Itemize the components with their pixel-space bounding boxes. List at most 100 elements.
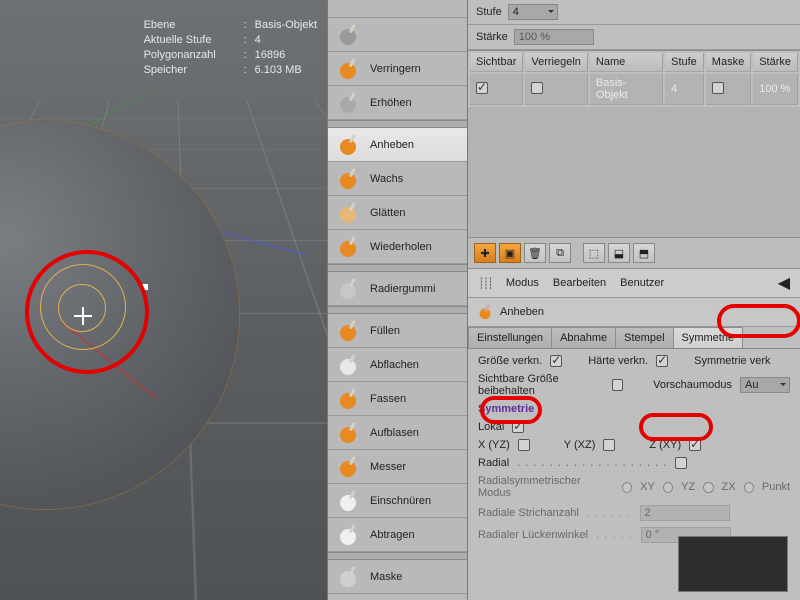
flatten-icon (336, 352, 362, 378)
tab-einstellungen[interactable]: Einstellungen (468, 327, 552, 348)
tool-wiederholen[interactable]: Wiederholen (328, 230, 467, 264)
tool-anheben[interactable]: Anheben (328, 128, 467, 162)
add-folder-button[interactable]: ▣ (499, 243, 521, 263)
tool-verringern[interactable]: Verringern (328, 52, 467, 86)
hud-label: Aktuelle Stufe (144, 33, 236, 48)
scrape-icon (336, 522, 362, 548)
tab-symmetrie[interactable]: Symmetrie (673, 327, 744, 348)
tool-btn-b[interactable]: ⬓ (608, 243, 630, 263)
tool-fassen[interactable]: Fassen (328, 382, 467, 416)
radmode-yz[interactable] (663, 482, 673, 493)
groesse-verkn-check[interactable] (550, 355, 562, 367)
tool-label: Einschnüren (370, 495, 431, 507)
haerte-verkn-check[interactable] (656, 355, 668, 367)
hud-label: Ebene (144, 18, 236, 33)
tool-label: Erhöhen (370, 97, 412, 109)
staerke-label: Stärke (476, 31, 508, 43)
radial-label: Radial (478, 457, 509, 469)
delete-button[interactable]: 🗑 (524, 243, 546, 263)
lokal-check[interactable] (512, 421, 524, 433)
layer-empty-area (468, 107, 800, 237)
brush-normal-dot (142, 284, 148, 290)
tool-label: Wiederholen (370, 241, 432, 253)
tool-label: Verringern (370, 63, 421, 75)
groesse-verkn-label: Größe verkn. (478, 355, 542, 367)
tool-erhoehen[interactable]: Erhöhen (328, 86, 467, 120)
tool-wachs[interactable]: Wachs (328, 162, 467, 196)
menu-benutzer[interactable]: Benutzer (620, 277, 664, 289)
attribute-tabs: Einstellungen Abnahme Stempel Symmetrie (468, 327, 800, 349)
sculpt-tool-column: Verringern Erhöhen Anheben Wachs Glätten Wied… (327, 0, 468, 600)
y-axis-check[interactable] (603, 439, 615, 451)
hud-value: 6.103 MB (255, 63, 302, 78)
vorschaumodus-dropdown[interactable]: Au (740, 377, 790, 393)
tool-glaetten[interactable]: Glätten (328, 196, 467, 230)
layer-iconbar: ✚ ▣ 🗑 ⧉ ⬚ ⬓ ⬒ (468, 237, 800, 269)
table-row[interactable]: Basis-Objekt 4 100 % (470, 74, 798, 105)
cell-name: Basis-Objekt (590, 74, 663, 105)
tool-label: Radiergummi (370, 283, 435, 295)
tool-label: Fassen (370, 393, 406, 405)
cell-staerke: 100 % (753, 74, 798, 105)
x-axis-check[interactable] (518, 439, 530, 451)
tool-messer[interactable]: Messer (328, 450, 467, 484)
copy-button[interactable]: ⧉ (549, 243, 571, 263)
tool-einschnueren[interactable]: Einschnüren (328, 484, 467, 518)
staerke-field[interactable]: 100 % (514, 29, 594, 45)
tool-label: Wachs (370, 173, 403, 185)
tool-label: Abtragen (370, 529, 415, 541)
add-layer-button[interactable]: ✚ (474, 243, 496, 263)
tool-label: Maske (370, 571, 402, 583)
back-arrow-icon[interactable]: ◀ (778, 273, 790, 293)
radmode-zx[interactable] (703, 482, 713, 493)
lock-checkbox[interactable] (531, 82, 543, 94)
attribute-header: Anheben (468, 298, 800, 327)
stufe-dropdown[interactable]: 4 (508, 4, 558, 20)
visible-checkbox[interactable] (476, 82, 488, 94)
sphere-orange-icon (336, 56, 362, 82)
tool-fuellen[interactable]: Füllen (328, 314, 467, 348)
col-sichtbar[interactable]: Sichtbar (470, 53, 523, 72)
tool-abtragen[interactable]: Abtragen (328, 518, 467, 552)
tool-maske[interactable]: Maske (328, 560, 467, 594)
symmetrie-verkn-label: Symmetrie verk (694, 355, 770, 367)
viewport-3d[interactable]: Ebene:Basis-Objekt Aktuelle Stufe:4 Poly… (0, 0, 327, 600)
tool-radiergummi[interactable]: Radiergummi (328, 272, 467, 306)
fill-icon (336, 318, 362, 344)
col-verriegeln[interactable]: Verriegeln (525, 53, 588, 72)
mask-checkbox[interactable] (712, 82, 724, 94)
stufe-label: Stufe (476, 6, 502, 18)
z-axis-check[interactable] (689, 439, 701, 451)
tab-abnahme[interactable]: Abnahme (551, 327, 616, 348)
radcount-field[interactable]: 2 (640, 505, 730, 521)
properties-panel: Stufe 4 Stärke 100 % Sichtbar Verriegeln… (468, 0, 800, 600)
tool-btn-a[interactable]: ⬚ (583, 243, 605, 263)
knife-icon (336, 454, 362, 480)
brush-icon (476, 303, 494, 321)
tool-label: Glätten (370, 207, 405, 219)
hud-label: Speicher (144, 63, 236, 78)
layer-table: Sichtbar Verriegeln Name Stufe Maske Stä… (468, 50, 800, 107)
tab-stempel[interactable]: Stempel (615, 327, 673, 348)
z-axis-label: Z (XY) (649, 439, 681, 451)
col-maske[interactable]: Maske (706, 53, 751, 72)
radial-check[interactable] (675, 457, 687, 469)
tool-btn-c[interactable]: ⬒ (633, 243, 655, 263)
grip-icon[interactable]: ┊┊┊ (478, 277, 492, 290)
col-staerke[interactable]: Stärke (753, 53, 798, 72)
col-name[interactable]: Name (590, 53, 663, 72)
sphere-soft-icon (336, 200, 362, 226)
menu-bearbeiten[interactable]: Bearbeiten (553, 277, 606, 289)
menu-modus[interactable]: Modus (506, 277, 539, 289)
sichtbare-groesse-check[interactable] (612, 379, 623, 391)
preview-swatch (678, 536, 788, 592)
tool-unknown-tool[interactable] (328, 18, 467, 52)
col-stufe[interactable]: Stufe (665, 53, 704, 72)
grab-icon (336, 386, 362, 412)
settings-form: Größe verkn. Härte verkn. Symmetrie verk… (468, 349, 800, 549)
tool-abflachen[interactable]: Abflachen (328, 348, 467, 382)
x-axis-label: X (YZ) (478, 439, 510, 451)
radmode-punkt[interactable] (744, 482, 754, 493)
tool-aufblasen[interactable]: Aufblasen (328, 416, 467, 450)
radmode-xy[interactable] (622, 482, 632, 493)
